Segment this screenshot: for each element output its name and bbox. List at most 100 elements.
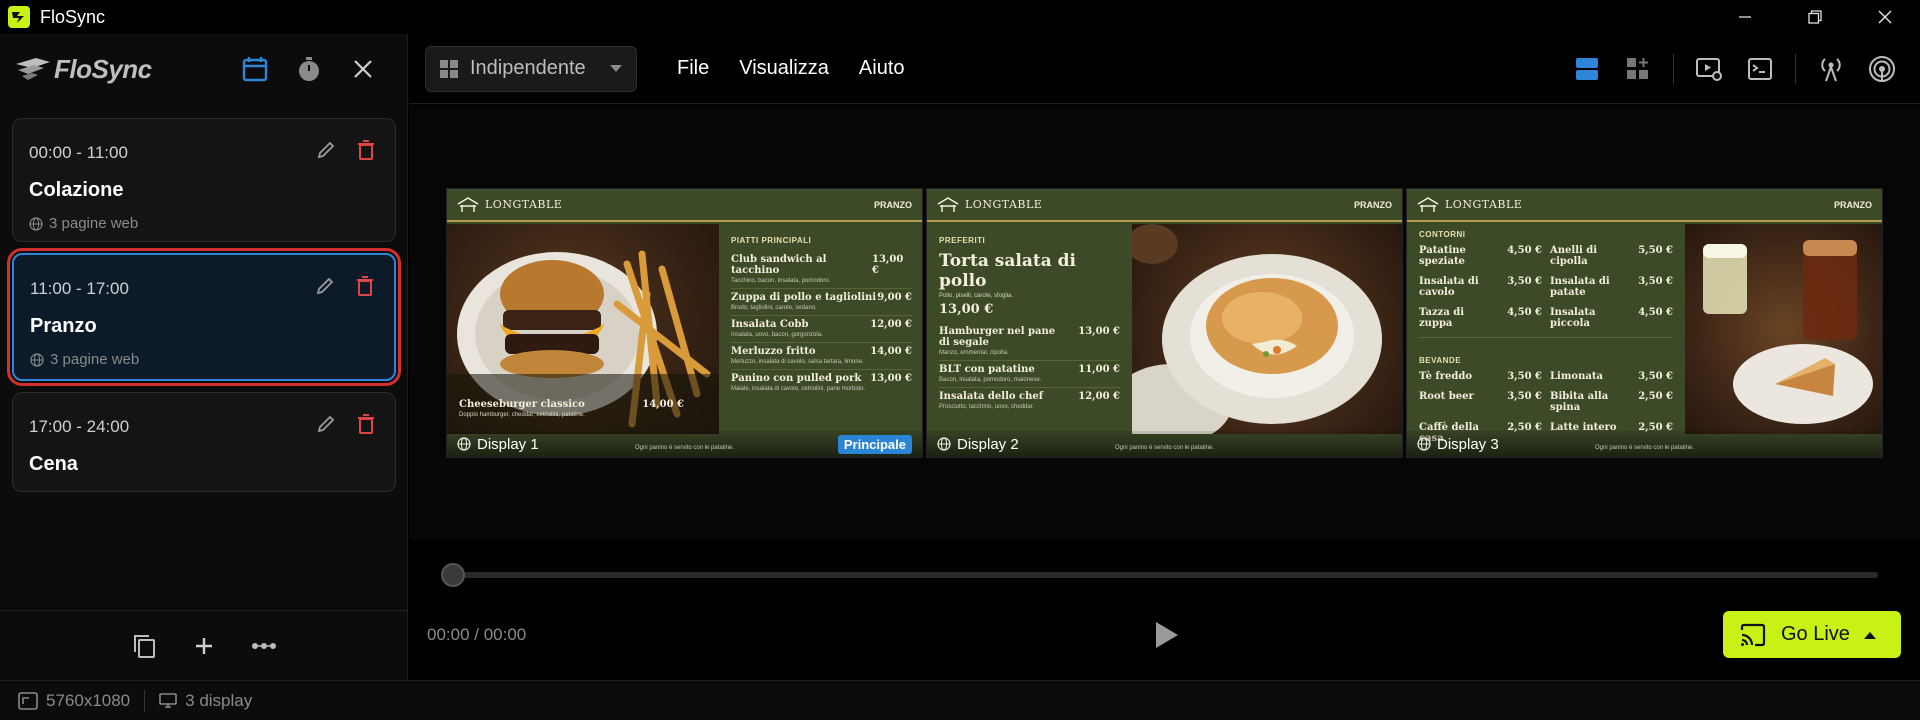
schedule-card-colazione[interactable]: 00:00 - 11:00 Colazione 3 pagine web — [12, 118, 396, 242]
cast-button[interactable] — [1866, 53, 1898, 85]
menu-item-name: Tè freddo — [1419, 371, 1473, 382]
restore-button[interactable] — [1780, 0, 1850, 34]
schedule-name: Cena — [29, 453, 78, 475]
schedule-time: 00:00 - 11:00 — [29, 143, 128, 162]
featured-item-desc: Doppio hamburger, cheddar, cetriolini, p… — [459, 412, 585, 418]
status-separator — [144, 689, 146, 712]
app-window: FloSync FloSync 00:00 - 11:00 Colazione … — [0, 0, 1920, 720]
schedule-view-button[interactable] — [241, 55, 269, 83]
menu-item: Merluzzo fritto 14,00 € Merluzzo, insalata… — [731, 343, 912, 370]
stopwatch-icon — [299, 57, 319, 81]
monitor-icon — [159, 692, 177, 708]
menu-item-desc: Manzo, emmental, cipolla. — [939, 350, 1009, 356]
schedule-card-cena[interactable]: 17:00 - 24:00 Cena — [12, 392, 396, 492]
schedule-pages: 3 pagine web — [50, 351, 140, 368]
menu-section-title: BEVANDE — [1419, 356, 1462, 365]
grid-icon — [440, 59, 458, 78]
schedule-actions — [314, 275, 376, 297]
pot-pie-image — [1132, 224, 1382, 434]
menu-item: Panino con pulled pork 13,00 € Maiale, ins… — [731, 370, 912, 396]
minimize-icon — [1739, 16, 1751, 18]
timer-button[interactable] — [295, 55, 323, 83]
featured-item-name: Cheeseburger classico — [459, 399, 585, 410]
menu-header: LONGTABLE PRANZO — [1407, 189, 1882, 222]
menu-item-name: Hamburger nel pane di segale — [939, 326, 1056, 348]
menu-item-desc: Prosciutto, tacchino, uovo, cheddar. — [939, 404, 1035, 410]
display-label: Display 1 — [477, 435, 539, 453]
duplicate-button[interactable] — [128, 630, 160, 662]
menu-footnote: Ogni panino è servito con le patatine. — [1115, 445, 1215, 451]
delete-button[interactable] — [354, 275, 376, 297]
longtable-logo-icon — [1417, 196, 1439, 212]
menu-footnote: Ogni panino è servito con le patatine. — [635, 445, 735, 451]
featured-item-price: 13,00 € — [939, 302, 994, 317]
menu-item-price: 3,50 € — [1507, 371, 1542, 382]
timeline-track[interactable] — [443, 572, 1878, 578]
drinks-photo — [1685, 224, 1882, 434]
menu-item-price: 4,50 € — [1507, 245, 1542, 256]
delete-button[interactable] — [355, 413, 377, 435]
contorni-grid: Patatine speziate 4,50 € Anelli di cipoll… — [1419, 245, 1673, 338]
menu-item-price: 3,50 € — [1638, 276, 1673, 287]
menu-item-name: Insalata di cavolo — [1419, 276, 1479, 298]
signal-icon — [1869, 55, 1895, 82]
featured-item-name: Torta salata di pollo — [939, 251, 1076, 291]
pie-photo — [1132, 224, 1402, 434]
delete-button[interactable] — [355, 139, 377, 161]
schedule-name: Pranzo — [30, 315, 97, 337]
grid-layout-button[interactable] — [1622, 53, 1654, 85]
menu-item-desc: Insalata, uovo, bacon, gorgonzola. — [731, 332, 823, 338]
brand-name: FloSync — [54, 53, 152, 84]
calendar-icon — [242, 57, 268, 82]
play-button[interactable] — [1154, 620, 1180, 650]
featured-item-desc: Pollo, piselli, carote, sfoglia. — [939, 293, 1014, 299]
menu-visualizza[interactable]: Visualizza — [739, 57, 829, 80]
menu-item-price: 3,50 € — [1507, 391, 1542, 402]
menu-item-name: Insalata di patate — [1550, 276, 1610, 298]
display-count: 3 display — [185, 690, 253, 710]
menu-item-price: 9,00 € — [877, 292, 912, 303]
menu-file[interactable]: File — [677, 57, 709, 80]
broadcast-button[interactable] — [1815, 53, 1847, 85]
toolbar-separator — [1673, 53, 1674, 84]
close-icon — [1878, 10, 1892, 24]
schedule-actions — [315, 413, 377, 435]
playback-settings-button[interactable] — [1693, 53, 1725, 85]
display-1-preview[interactable]: LONGTABLE PRANZO Cheeseburger classico 1… — [446, 188, 923, 458]
menu-brand: LONGTABLE — [485, 198, 563, 211]
list-layout-button[interactable] — [1571, 53, 1603, 85]
menu-aiuto[interactable]: Aiuto — [859, 57, 905, 80]
layout-mode-select[interactable]: Indipendente — [425, 45, 637, 92]
console-button[interactable] — [1744, 53, 1776, 85]
edit-button[interactable] — [314, 275, 336, 297]
trash-icon — [358, 414, 374, 434]
close-window-button[interactable] — [1850, 0, 1920, 34]
menu-tag: PRANZO — [1354, 199, 1392, 210]
edit-button[interactable] — [315, 139, 337, 161]
schedule-time: 17:00 - 24:00 — [29, 417, 130, 436]
menu-item-name: Limonata — [1550, 371, 1603, 382]
edit-button[interactable] — [315, 413, 337, 435]
schedule-meta: 3 pagine web — [29, 215, 138, 232]
menu-item-name: Club sandwich al tacchino — [731, 254, 827, 276]
pencil-icon — [316, 277, 334, 295]
menu-item: Zuppa di pollo e tagliolini 9,00 € Brodo, … — [731, 289, 912, 316]
timeline-scrubber[interactable] — [441, 563, 465, 587]
schedule-card-pranzo[interactable]: 11:00 - 17:00 Pranzo 3 pagine web — [7, 248, 401, 386]
more-options-button[interactable] — [248, 630, 280, 662]
close-pane-button[interactable] — [349, 55, 377, 83]
menu-item-name: Zuppa di pollo e tagliolini — [731, 292, 877, 303]
minimize-button[interactable] — [1710, 0, 1780, 34]
go-live-button[interactable]: Go Live — [1723, 611, 1901, 658]
schedule-pages: 3 pagine web — [49, 215, 139, 232]
toolbar-actions — [1552, 53, 1898, 85]
menu-item-name: Insalata Cobb — [731, 319, 809, 330]
add-schedule-button[interactable] — [188, 630, 220, 662]
schedule-pane: FloSync 00:00 - 11:00 Colazione 3 pagine… — [0, 34, 408, 680]
display-2-preview[interactable]: LONGTABLE PRANZO PREFERITI Torta salata … — [926, 188, 1403, 458]
menu-item: Insalata Cobb 12,00 € Insalata, uovo, baco… — [731, 316, 912, 343]
menu-item-price: 3,50 € — [1638, 371, 1673, 382]
globe-icon — [1417, 437, 1431, 451]
status-bar: 5760x1080 3 display — [0, 680, 1920, 720]
display-3-preview[interactable]: LONGTABLE PRANZO CONTORNI Patatine spezi… — [1406, 188, 1883, 458]
